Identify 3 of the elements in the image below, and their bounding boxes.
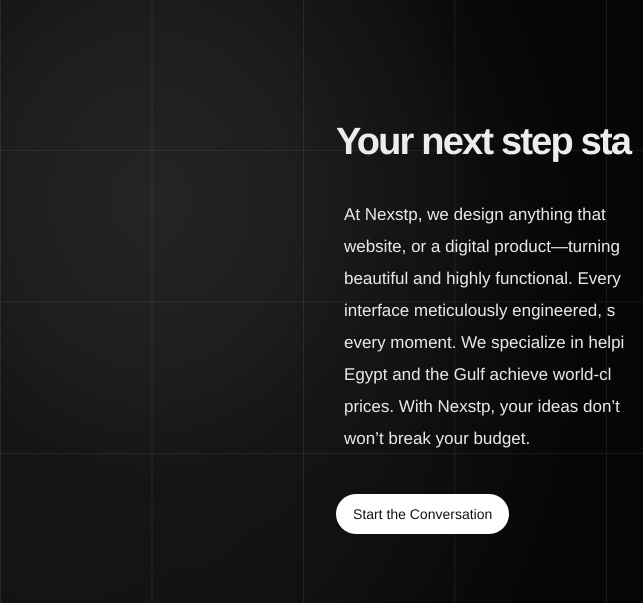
hero-heading: Your next step sta xyxy=(336,123,630,161)
intro-paragraph: At Nexstp, we design anything that website, or a digital product—turning beautiful and highly functional. Every interface meticulously engineered, s every moment. We specialize in helpi Egypt and the Gulf achieve world-cl prices. With Nexstp, your ideas don’t won’t break your budget. xyxy=(344,204,624,450)
start-conversation-button[interactable]: Start the Conversation xyxy=(336,494,510,534)
